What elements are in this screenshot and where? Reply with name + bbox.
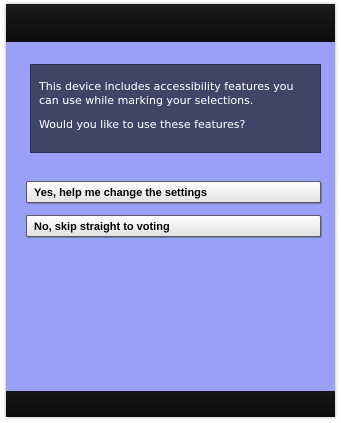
- bottom-bar: [6, 391, 335, 417]
- accessibility-message-box: This device includes accessibility featu…: [30, 64, 321, 153]
- top-bar: [6, 4, 335, 42]
- accessibility-intro-text: This device includes accessibility featu…: [39, 80, 294, 107]
- yes-change-settings-button[interactable]: Yes, help me change the settings: [26, 181, 321, 203]
- skip-to-voting-button[interactable]: No, skip straight to voting: [26, 215, 321, 237]
- voting-device-screen: This device includes accessibility featu…: [6, 4, 335, 417]
- accessibility-prompt-screen: This device includes accessibility featu…: [6, 42, 335, 391]
- accessibility-question-text: Would you like to use these features?: [39, 118, 246, 131]
